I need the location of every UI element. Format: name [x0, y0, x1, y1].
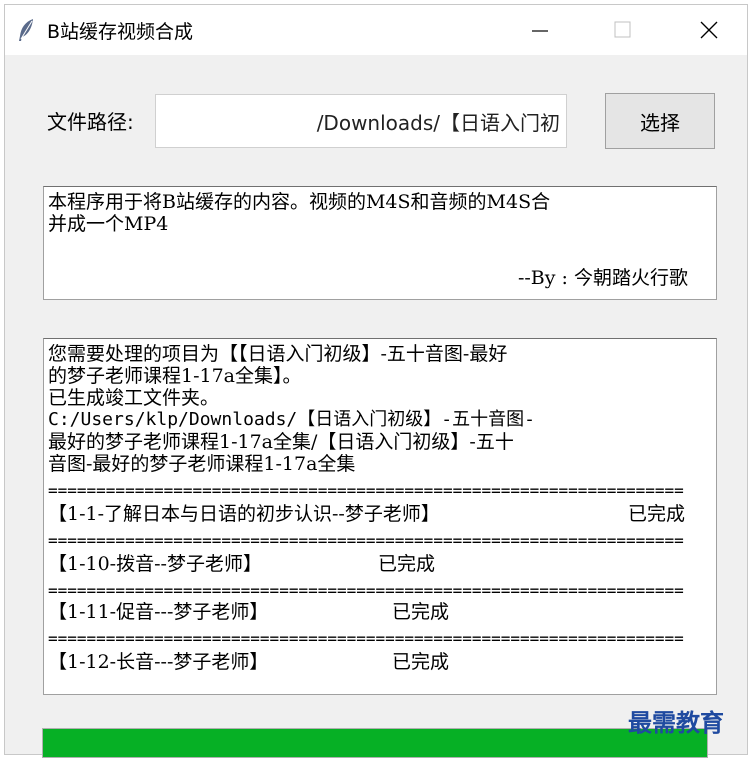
log-line: 音图-最好的梦子老师课程1-17a全集: [48, 453, 356, 475]
log-item-name: 【1-10-拨音--梦子老师】: [48, 553, 262, 575]
close-button[interactable]: [669, 5, 747, 55]
log-item-status: 已完成: [378, 553, 436, 575]
log-line: 的梦子老师课程1-17a全集】。: [48, 365, 302, 387]
log-separator: ========================================…: [48, 483, 684, 499]
log-item-status: 已完成: [392, 651, 450, 673]
log-line: 已生成竣工文件夹。: [48, 387, 220, 409]
description-line: 本程序用于将B站缓存的内容。视频的M4S和音频的M4S合: [48, 191, 551, 213]
minimize-button[interactable]: [501, 5, 581, 55]
log-separator: ========================================…: [48, 631, 684, 647]
close-icon: [700, 21, 718, 39]
feather-icon: [17, 18, 37, 42]
log-item-name: 【1-1-了解日本与日语的初步认识--梦子老师】: [48, 503, 440, 525]
description-textbox[interactable]: 本程序用于将B站缓存的内容。视频的M4S和音频的M4S合 并成一个MP4 --B…: [43, 186, 717, 300]
description-line: 并成一个MP4: [48, 213, 169, 235]
log-item-status: 已完成: [392, 601, 450, 623]
file-path-label: 文件路径:: [47, 110, 134, 134]
author-credit: --By : 今朝踏火行歌: [517, 267, 688, 289]
log-line: C:/Users/klp/Downloads/【日语入门初级】-五十音图-: [48, 409, 535, 430]
watermark-logo: 最需教育: [628, 708, 724, 737]
app-window: B站缓存视频合成 文件路径: 选择 本程序用于将B站缓存的内容。视频的M4S和音…: [4, 4, 748, 755]
title-bar[interactable]: B站缓存视频合成: [5, 5, 747, 55]
file-path-input[interactable]: [155, 94, 567, 148]
progress-fill: [43, 729, 707, 757]
progress-bar: [42, 728, 708, 758]
log-separator: ========================================…: [48, 533, 684, 549]
choose-button[interactable]: 选择: [605, 93, 715, 149]
maximize-button[interactable]: [583, 5, 663, 55]
log-textbox[interactable]: 您需要处理的项目为【【日语入门初级】-五十音图-最好 的梦子老师课程1-17a全…: [43, 338, 717, 695]
minimize-icon: [532, 30, 548, 32]
log-item-status: 已完成: [628, 503, 686, 525]
log-item-name: 【1-11-促音---梦子老师】: [48, 601, 269, 623]
log-line: 您需要处理的项目为【【日语入门初级】-五十音图-最好: [48, 343, 508, 365]
log-separator: ========================================…: [48, 583, 684, 599]
log-line: 最好的梦子老师课程1-17a全集/【日语入门初级】-五十: [48, 431, 514, 453]
log-item-name: 【1-12-长音---梦子老师】: [48, 651, 269, 673]
maximize-icon: [614, 21, 631, 38]
window-title: B站缓存视频合成: [47, 21, 194, 43]
